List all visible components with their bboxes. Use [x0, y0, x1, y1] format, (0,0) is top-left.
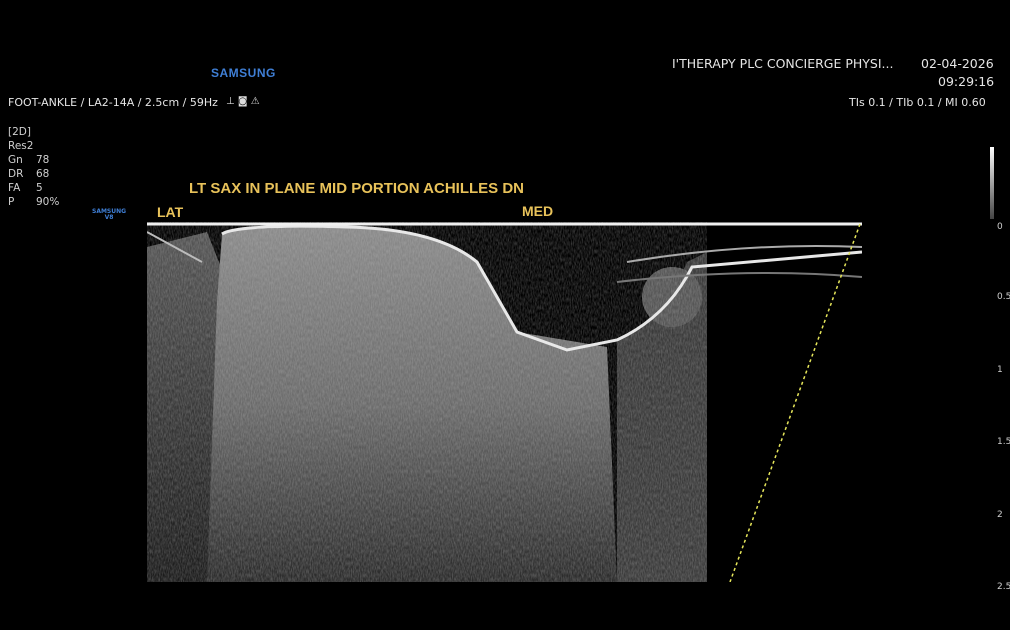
probe-orientation-icon: ⊥	[226, 96, 235, 107]
power-warning-icon: ⚠	[250, 96, 260, 107]
annotation-med: MED	[522, 203, 554, 219]
depth-mark: 2.5	[997, 582, 1010, 592]
status-icons: ⊥ ◙ ⚠	[226, 96, 260, 107]
param-row: Gn 78	[8, 154, 50, 166]
param-row: DR 68	[8, 168, 50, 180]
probe-info: FOOT-ANKLE / LA2-14A / 2.5cm / 59Hz	[8, 96, 218, 109]
depth-mark: 1	[997, 365, 1003, 375]
param-row: P 90%	[8, 196, 60, 208]
exam-date: 02-04-2026	[921, 56, 994, 71]
param-row: [2D]	[8, 126, 31, 138]
annotation-title: LT SAX IN PLANE MID PORTION ACHILLES DN	[189, 180, 525, 197]
brand-logo: SAMSUNG	[211, 66, 276, 80]
facility-name: I'THERAPY PLC CONCIERGE PHYSI...	[672, 56, 894, 71]
depth-mark: 1.5	[997, 437, 1010, 447]
gray-scale-bar	[990, 147, 994, 219]
camera-icon: ◙	[237, 96, 248, 107]
imaging-parameters: [2D] Res2 Gn 78 DR 68 FA 5 P 90%	[8, 125, 59, 209]
param-row: Res2	[8, 140, 34, 152]
depth-mark: 0.5	[997, 292, 1010, 302]
depth-mark: 0	[997, 222, 1003, 232]
annotation-lat: LAT	[157, 204, 184, 220]
depth-mark: 2	[997, 510, 1003, 520]
speckle-texture	[147, 222, 707, 582]
safety-indices: TIs 0.1 / TIb 0.1 / MI 0.60	[849, 96, 986, 109]
mini-brand-logo: SAMSUNG V8	[92, 208, 127, 221]
exam-time: 09:29:16	[938, 74, 995, 89]
ultrasound-image	[147, 222, 862, 582]
param-row: FA 5	[8, 182, 43, 194]
